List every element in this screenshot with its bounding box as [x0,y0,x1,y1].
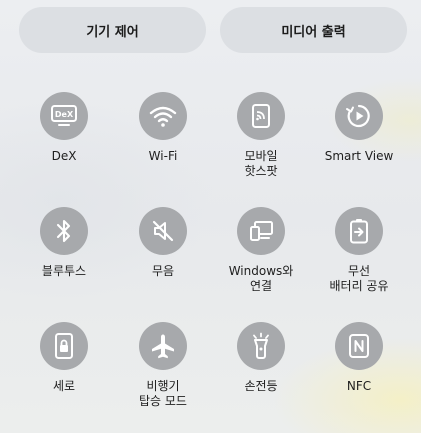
tile-mute[interactable]: 무음 [113,207,213,279]
tile-label: Windows와 연결 [228,264,294,293]
device-control-button[interactable]: 기기 제어 [19,7,206,53]
smart-view-icon [335,92,383,140]
tile-label: Wi-Fi [148,149,178,163]
tile-label: NFC [346,379,372,393]
tile-label: 세로 [52,379,76,393]
tile-label: 손전등 [244,379,278,393]
tile-wireless-powershare[interactable]: 무선 배터리 공유 [309,207,409,294]
tile-wifi[interactable]: Wi-Fi [113,92,213,164]
tile-label: 블루투스 [41,264,87,278]
airplane-icon [139,322,187,370]
tile-label: 비행기 탑승 모드 [139,379,187,408]
tile-label: DeX [51,149,77,163]
tile-portrait-lock[interactable]: 세로 [14,322,114,394]
flashlight-icon [237,322,285,370]
tile-flashlight[interactable]: 손전등 [211,322,311,394]
hotspot-icon [237,92,285,140]
dex-icon: DeX [40,92,88,140]
portrait-lock-icon [40,322,88,370]
tile-smart-view[interactable]: Smart View [309,92,409,164]
tile-label: 무선 배터리 공유 [329,264,389,293]
tile-nfc[interactable]: NFC [309,322,409,394]
tile-bluetooth[interactable]: 블루투스 [14,207,114,279]
wireless-powershare-icon [335,207,383,255]
tile-label: 모바일 핫스팟 [244,149,278,178]
mute-icon [139,207,187,255]
nfc-icon [335,322,383,370]
media-output-button[interactable]: 미디어 출력 [220,7,407,53]
link-to-windows-icon [237,207,285,255]
tile-label: Smart View [324,149,394,163]
bluetooth-icon [40,207,88,255]
tile-dex[interactable]: DeX DeX [14,92,114,164]
wifi-icon [139,92,187,140]
tile-hotspot[interactable]: 모바일 핫스팟 [211,92,311,179]
svg-text:DeX: DeX [55,110,74,119]
tile-label: 무음 [151,264,175,278]
tile-airplane-mode[interactable]: 비행기 탑승 모드 [113,322,213,409]
tile-link-to-windows[interactable]: Windows와 연결 [211,207,311,294]
